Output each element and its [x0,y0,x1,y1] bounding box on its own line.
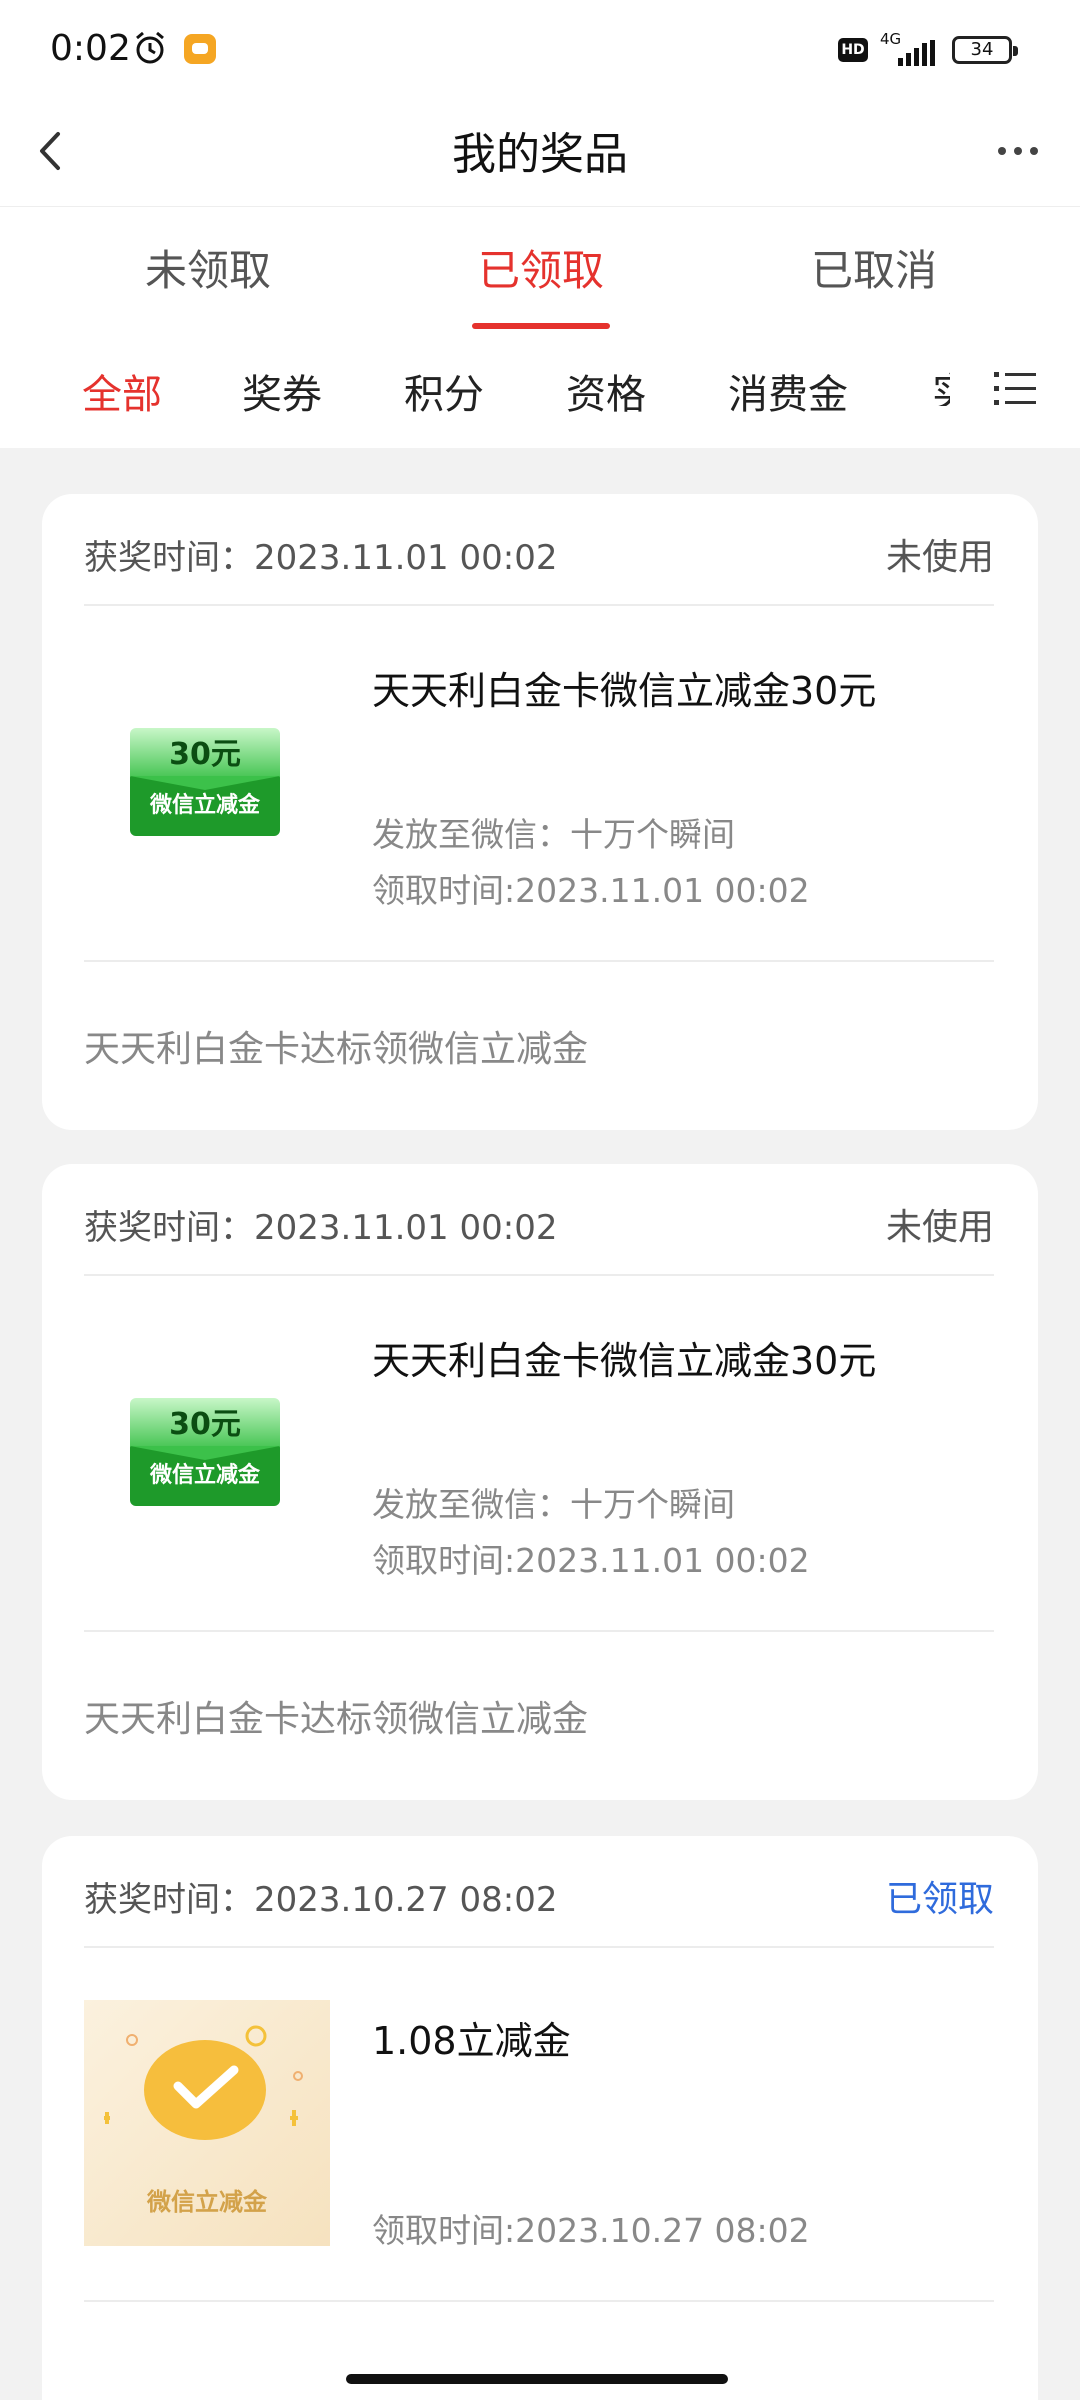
alarm-icon [136,31,164,64]
prize-name: 天天利白金卡微信立减金30元 [372,669,877,713]
delivery-info: 发放至微信：十万个瞬间 [372,815,735,854]
hd-icon: HD [838,38,868,62]
message-notification-icon [184,34,216,64]
home-indicator[interactable] [346,2374,728,2384]
wechat-coupon-image: 30元 微信立减金 [130,1398,280,1506]
status-time: 0:02 [50,28,131,69]
filter-eligibility[interactable]: 资格 [566,362,646,420]
prize-name: 1.08立减金 [372,2019,571,2063]
battery-icon: 34 [952,36,1018,64]
card-header: 获奖时间：2023.11.01 00:02 未使用 [84,1200,994,1250]
coupon-amount: 30元 [130,728,280,782]
battery-level: 34 [970,39,994,60]
prize-card[interactable]: 获奖时间：2023.11.01 00:02 未使用 30元 微信立减金 天天利白… [42,494,1038,1130]
wechat-coupon-image: 30元 微信立减金 [130,728,280,836]
card-header: 获奖时间：2023.10.27 08:02 已领取 [84,1872,994,1922]
prize-source: 天天利白金卡达标领微信立减金 [84,1699,589,1740]
divider [84,604,994,606]
tab-claimed[interactable]: 已领取 [478,237,604,298]
card-header: 获奖时间：2023.11.01 00:02 未使用 [84,530,994,580]
claim-time: 领取时间:2023.11.01 00:02 [372,1541,810,1580]
filter-points[interactable]: 积分 [404,362,484,420]
award-time: 获奖时间：2023.11.01 00:02 [84,1208,558,1248]
coupon-label: 微信立减金 [130,1446,280,1506]
tab-cancelled[interactable]: 已取消 [811,237,937,298]
wechat-image-label: 微信立减金 [147,2188,267,2216]
tab-unclaimed[interactable]: 未领取 [145,237,271,298]
delivery-info: 发放至微信：十万个瞬间 [372,1485,735,1524]
award-time: 获奖时间：2023.10.27 08:02 [84,1880,558,1920]
navigation-bar: 我的奖品 [0,96,1080,206]
list-menu-icon[interactable] [994,368,1036,408]
claim-time: 领取时间:2023.10.27 08:02 [372,2211,810,2250]
status-badge: 已领取 [885,1879,994,1920]
status-badge: 未使用 [885,1207,994,1248]
page-title: 我的奖品 [452,129,628,180]
divider [84,960,994,962]
more-options-icon[interactable] [996,136,1040,166]
prize-card[interactable]: 获奖时间：2023.11.01 00:02 未使用 30元 微信立减金 天天利白… [42,1164,1038,1800]
divider [84,1630,994,1632]
wechat-discount-image: 微信立减金 [84,2000,330,2246]
filter-overflow[interactable]: 实 [932,360,950,406]
filter-vouchers[interactable]: 奖券 [242,362,322,420]
claim-time: 领取时间:2023.11.01 00:02 [372,871,810,910]
status-badge: 未使用 [885,537,994,578]
filter-all[interactable]: 全部 [82,362,162,420]
coupon-amount: 30元 [130,1398,280,1452]
divider [84,1946,994,1948]
divider [84,2300,994,2302]
prize-card[interactable]: 获奖时间：2023.10.27 08:02 已领取 微信立减金 1.08立减金 … [42,1836,1038,2400]
status-bar: 0:02 HD 4G 34 [0,0,1080,96]
filter-consumption-credit[interactable]: 消费金 [728,362,848,420]
award-time: 获奖时间：2023.11.01 00:02 [84,538,558,578]
signal-icon [898,40,935,66]
prize-name: 天天利白金卡微信立减金30元 [372,1339,877,1383]
coupon-label: 微信立减金 [130,776,280,836]
category-filters: 全部 奖券 积分 资格 消费金 实 [0,332,1080,448]
prize-source: 天天利白金卡达标领微信立减金 [84,1029,589,1070]
active-tab-indicator [472,323,610,329]
divider [84,1274,994,1276]
status-tabs: 未领取 已领取 已取消 [0,206,1080,332]
